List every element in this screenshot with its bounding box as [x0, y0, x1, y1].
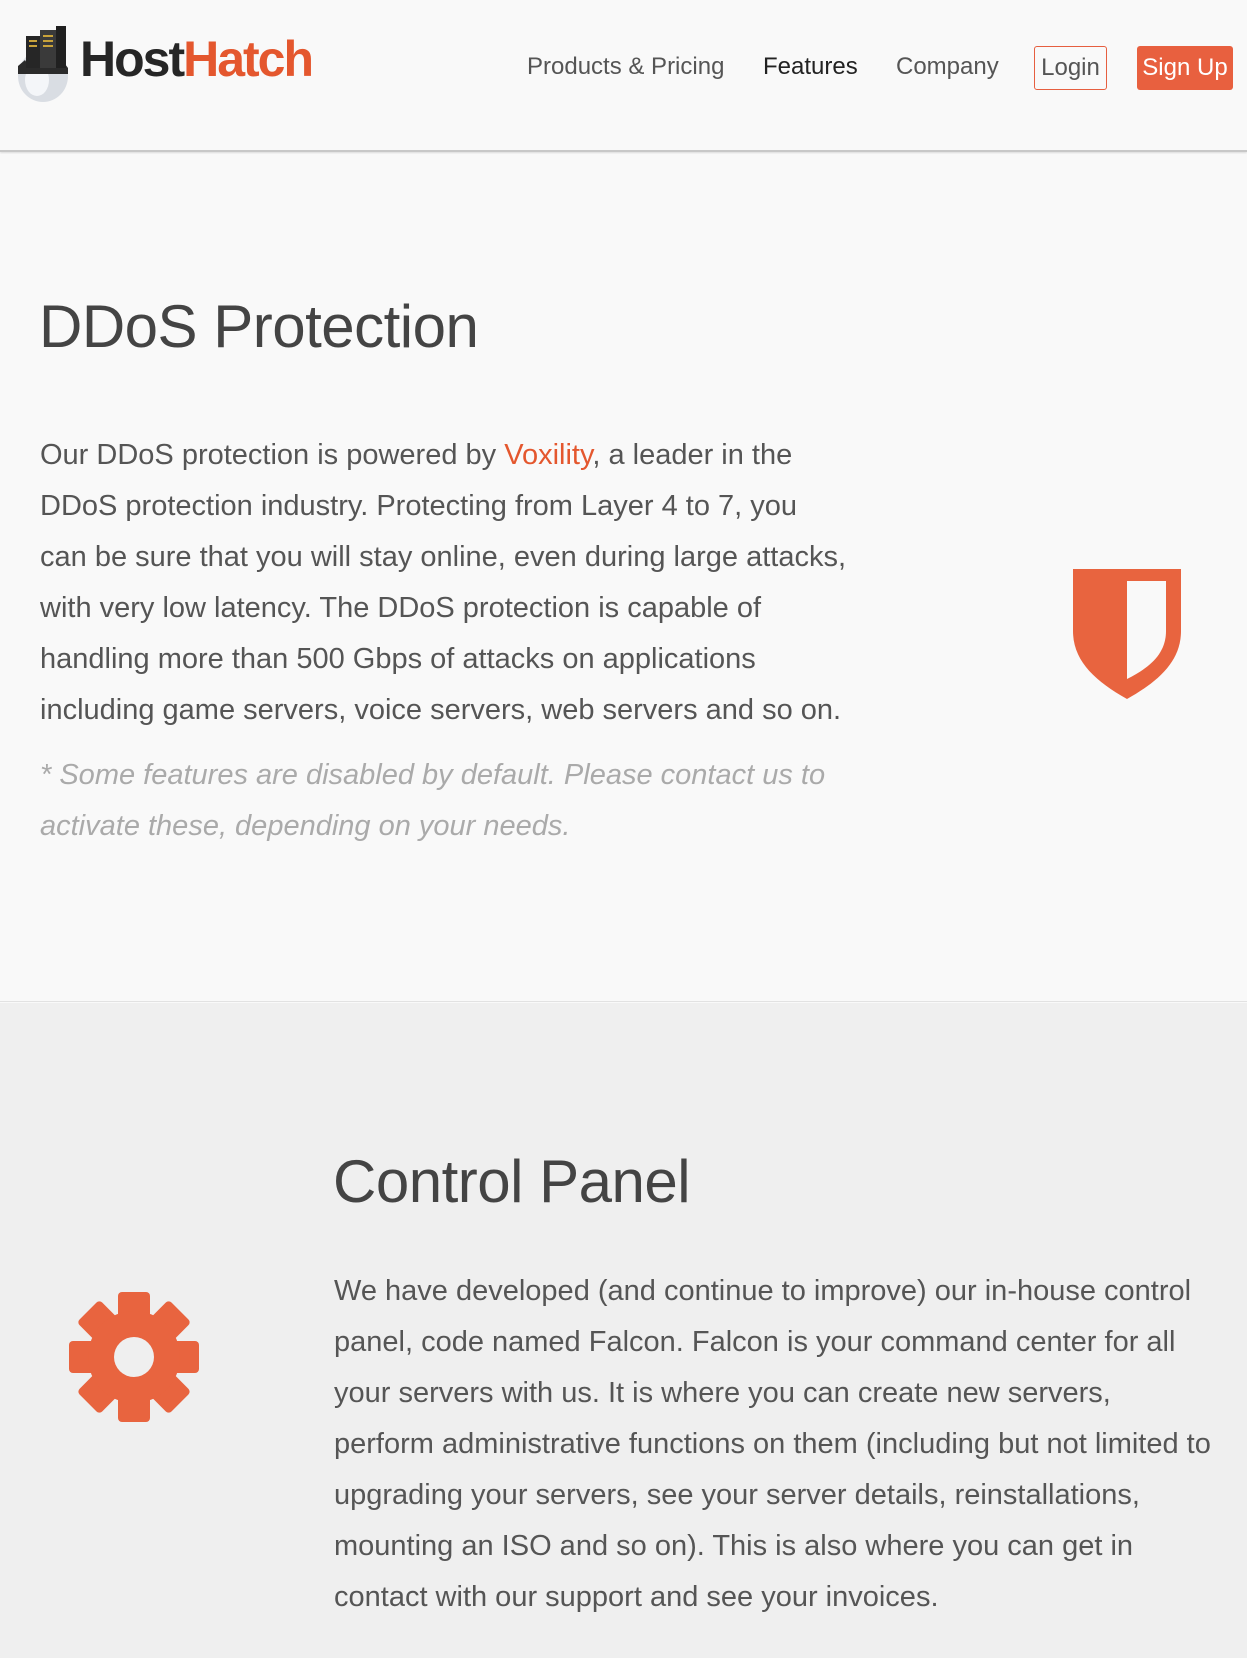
control-panel-section: Control Panel We have developed (and con… [0, 1003, 1247, 1658]
ddos-description: Our DDoS protection is powered by Voxili… [40, 430, 850, 736]
ddos-description-pre: Our DDoS protection is powered by [40, 439, 505, 471]
nav-products-pricing[interactable]: Products & Pricing [527, 53, 724, 81]
login-button[interactable]: Login [1034, 46, 1107, 90]
ddos-footnote: * Some features are disabled by default.… [40, 759, 826, 842]
ddos-section: DDoS Protection Our DDoS protection is p… [0, 154, 1247, 1002]
control-panel-description: We have developed (and continue to impro… [334, 1275, 1211, 1613]
gear-icon [69, 1292, 199, 1422]
ddos-title: DDoS Protection [39, 293, 479, 360]
ddos-description-post: , a leader in the DDoS protection indust… [40, 439, 847, 726]
main-nav: Products & Pricing Features Company Logi… [0, 45, 1247, 90]
shield-icon [1073, 569, 1181, 699]
signup-button[interactable]: Sign Up [1137, 46, 1233, 90]
control-panel-title: Control Panel [333, 1148, 691, 1215]
nav-features[interactable]: Features [763, 53, 858, 81]
nav-company[interactable]: Company [896, 53, 999, 81]
site-header: HostHatch Products & Pricing Features Co… [0, 0, 1247, 152]
voxility-link[interactable]: Voxility [504, 439, 592, 471]
